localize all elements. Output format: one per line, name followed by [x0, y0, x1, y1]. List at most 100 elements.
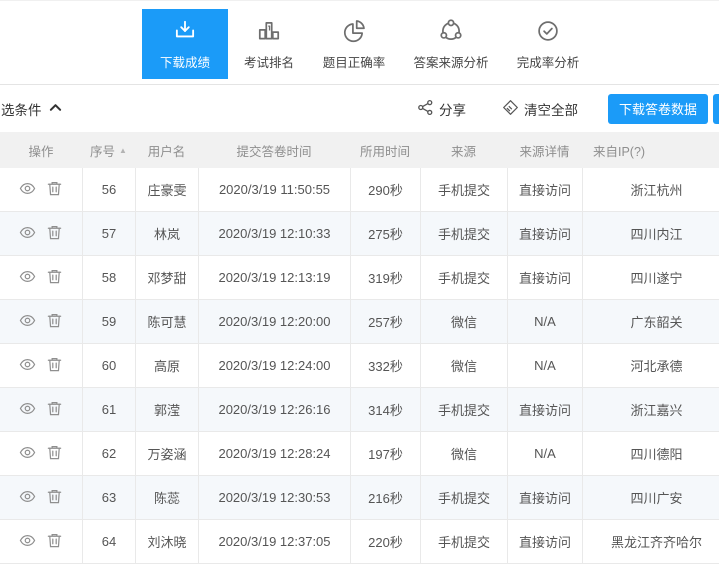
- column-header-username[interactable]: 用户名: [135, 141, 198, 160]
- ip-cell: 四川德阳: [582, 432, 719, 475]
- view-eye-icon[interactable]: [19, 444, 36, 464]
- delete-trash-icon[interactable]: [46, 268, 63, 288]
- delete-trash-icon[interactable]: [46, 532, 63, 552]
- seq-cell: 62: [82, 432, 135, 475]
- seq-cell: 63: [82, 476, 135, 519]
- source-detail-cell: N/A: [507, 300, 582, 343]
- column-header-duration[interactable]: 所用时间: [350, 141, 420, 160]
- source-network-icon: [438, 18, 464, 44]
- filter-conditions-toggle[interactable]: 选条件: [1, 99, 62, 119]
- username-cell: 陈可慧: [135, 300, 198, 343]
- tab-question-accuracy[interactable]: 题目正确率: [310, 9, 398, 79]
- view-eye-icon[interactable]: [19, 312, 36, 332]
- duration-cell: 257秒: [350, 300, 420, 343]
- view-eye-icon[interactable]: [19, 532, 36, 552]
- row-actions-cell: [0, 388, 82, 431]
- tab-label: 题目正确率: [323, 52, 386, 71]
- tab-label: 答案来源分析: [413, 52, 488, 71]
- seq-cell: 58: [82, 256, 135, 299]
- source-cell: 手机提交: [420, 388, 507, 431]
- view-eye-icon[interactable]: [19, 224, 36, 244]
- table-row: 60 高原 2020/3/19 12:24:00 332秒 微信 N/A 河北承…: [0, 344, 719, 388]
- view-eye-icon[interactable]: [19, 356, 36, 376]
- tab-download-scores[interactable]: 下载成绩: [142, 9, 228, 79]
- source-detail-cell: N/A: [507, 432, 582, 475]
- submit-time-cell: 2020/3/19 12:28:24: [198, 432, 350, 475]
- column-header-submit-time[interactable]: 提交答卷时间: [198, 141, 350, 160]
- row-actions-cell: [0, 520, 82, 563]
- ip-cell: 四川广安: [582, 476, 719, 519]
- clear-all-button[interactable]: 清空全部: [502, 99, 578, 119]
- delete-trash-icon[interactable]: [46, 444, 63, 464]
- column-header-seq-sorted[interactable]: 序号 ▲: [82, 141, 135, 160]
- delete-trash-icon[interactable]: [46, 312, 63, 332]
- row-actions-cell: [0, 300, 82, 343]
- delete-trash-icon[interactable]: [46, 400, 63, 420]
- column-header-source[interactable]: 来源: [420, 141, 507, 160]
- submit-time-cell: 2020/3/19 12:26:16: [198, 388, 350, 431]
- username-cell: 庄豪雯: [135, 168, 198, 211]
- duration-cell: 216秒: [350, 476, 420, 519]
- delete-trash-icon[interactable]: [46, 224, 63, 244]
- table-row: 61 郭滢 2020/3/19 12:26:16 314秒 手机提交 直接访问 …: [0, 388, 719, 432]
- username-cell: 刘沐晓: [135, 520, 198, 563]
- row-actions-cell: [0, 256, 82, 299]
- seq-cell: 56: [82, 168, 135, 211]
- view-eye-icon[interactable]: [19, 400, 36, 420]
- download-answer-data-button[interactable]: 下载答卷数据: [608, 94, 708, 124]
- row-actions-cell: [0, 432, 82, 475]
- submit-time-cell: 2020/3/19 12:30:53: [198, 476, 350, 519]
- submit-time-cell: 2020/3/19 12:24:00: [198, 344, 350, 387]
- ip-cell: 四川遂宁: [582, 256, 719, 299]
- submit-time-cell: 2020/3/19 12:37:05: [198, 520, 350, 563]
- source-cell: 微信: [420, 300, 507, 343]
- table-row: 59 陈可慧 2020/3/19 12:20:00 257秒 微信 N/A 广东…: [0, 300, 719, 344]
- secondary-action-button-cropped[interactable]: [713, 94, 719, 124]
- username-cell: 陈蕊: [135, 476, 198, 519]
- ip-cell: 河北承德: [582, 344, 719, 387]
- source-detail-cell: N/A: [507, 344, 582, 387]
- source-cell: 手机提交: [420, 520, 507, 563]
- seq-cell: 64: [82, 520, 135, 563]
- delete-trash-icon[interactable]: [46, 488, 63, 508]
- source-cell: 手机提交: [420, 476, 507, 519]
- view-eye-icon[interactable]: [19, 488, 36, 508]
- view-eye-icon[interactable]: [19, 268, 36, 288]
- tab-completion-rate-analysis[interactable]: 完成率分析: [504, 9, 592, 79]
- duration-cell: 332秒: [350, 344, 420, 387]
- row-actions-cell: [0, 476, 82, 519]
- share-button[interactable]: 分享: [417, 99, 466, 119]
- username-cell: 万姿涵: [135, 432, 198, 475]
- ip-cell: 广东韶关: [582, 300, 719, 343]
- tab-label: 完成率分析: [517, 52, 580, 71]
- column-header-source-detail[interactable]: 来源详情: [507, 141, 582, 160]
- download-answer-data-label: 下载答卷数据: [619, 99, 697, 118]
- column-header-ip[interactable]: 来自IP(?): [582, 141, 719, 160]
- ip-cell: 黑龙江齐齐哈尔: [582, 520, 719, 563]
- username-cell: 高原: [135, 344, 198, 387]
- delete-trash-icon[interactable]: [46, 356, 63, 376]
- column-header-actions[interactable]: 操作: [0, 141, 82, 160]
- duration-cell: 275秒: [350, 212, 420, 255]
- tab-answer-source-analysis[interactable]: 答案来源分析: [401, 9, 501, 79]
- source-cell: 手机提交: [420, 168, 507, 211]
- duration-cell: 197秒: [350, 432, 420, 475]
- toolbar: 选条件 分享 清空全部: [0, 85, 719, 132]
- row-actions-cell: [0, 212, 82, 255]
- view-eye-icon[interactable]: [19, 180, 36, 200]
- row-actions-cell: [0, 168, 82, 211]
- seq-cell: 61: [82, 388, 135, 431]
- delete-trash-icon[interactable]: [46, 180, 63, 200]
- ip-cell: 浙江嘉兴: [582, 388, 719, 431]
- source-detail-cell: 直接访问: [507, 256, 582, 299]
- duration-cell: 314秒: [350, 388, 420, 431]
- table-row: 56 庄豪雯 2020/3/19 11:50:55 290秒 手机提交 直接访问…: [0, 168, 719, 212]
- seq-cell: 60: [82, 344, 135, 387]
- tab-exam-ranking[interactable]: 考试排名: [231, 9, 307, 79]
- results-table: 操作 序号 ▲ 用户名 提交答卷时间 所用时间 来源 来源详情 来自IP(?): [0, 132, 719, 564]
- share-label: 分享: [439, 99, 466, 119]
- duration-cell: 290秒: [350, 168, 420, 211]
- download-icon: [172, 18, 198, 44]
- seq-cell: 57: [82, 212, 135, 255]
- table-header-row: 操作 序号 ▲ 用户名 提交答卷时间 所用时间 来源 来源详情 来自IP(?): [0, 132, 719, 168]
